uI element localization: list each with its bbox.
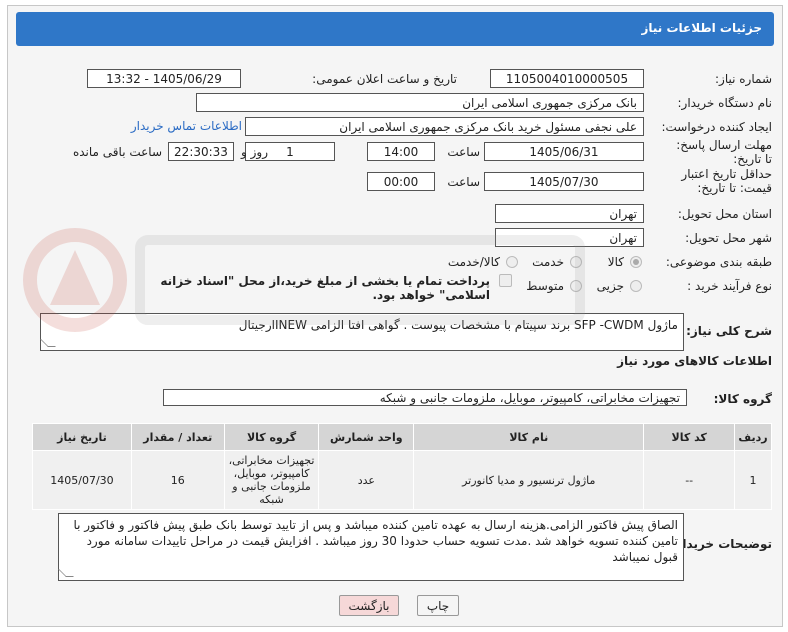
process-medium-label: متوسط <box>526 279 564 293</box>
province-label: استان محل تحویل: <box>677 207 772 221</box>
buyer-notes-text: الصاق پیش فاکتور الزامی.هزینه ارسال به ع… <box>73 518 678 564</box>
code-cell: -- <box>643 450 736 510</box>
deadline-time-label: ساعت <box>447 145 480 159</box>
category-goods-radio[interactable] <box>630 256 642 268</box>
back-button[interactable]: بازگشت <box>339 595 399 616</box>
name-cell: ماژول ترنسیور و مدیا کانورتر <box>413 450 645 510</box>
deadline-time-field[interactable]: 14:00 <box>367 142 435 161</box>
need-number-label: شماره نیاز: <box>715 72 772 86</box>
summary-textarea[interactable]: ماژول SFP -CWDM برند سپیتام با مشخصات پی… <box>40 313 684 351</box>
table-row[interactable]: 1 -- ماژول ترنسیور و مدیا کانورتر عدد تج… <box>32 450 772 510</box>
announce-field[interactable]: 1405/06/29 - 13:32 <box>87 69 241 88</box>
panel-header: جزئیات اطلاعات نیاز <box>16 12 774 46</box>
days-label: روز و <box>241 145 268 159</box>
buyer-notes-textarea[interactable]: الصاق پیش فاکتور الزامی.هزینه ارسال به ع… <box>58 513 684 581</box>
city-field[interactable]: تهران <box>495 228 644 247</box>
goods-section-title: اطلاعات کالاهای مورد نیاز <box>617 354 772 368</box>
col-name-header: نام کالا <box>413 423 645 451</box>
validity-time-label: ساعت <box>447 175 480 189</box>
category-both-label: کالا/خدمت <box>447 255 500 269</box>
col-unit-header: واحد شمارش <box>318 423 415 451</box>
buyer-org-field[interactable]: بانک مرکزی جمهوری اسلامی ایران <box>196 93 644 112</box>
col-row-header: ردیف <box>734 423 772 451</box>
process-label: نوع فرآیند خرید : <box>687 279 772 293</box>
goods-group-label: گروه کالا: <box>713 392 772 406</box>
col-date-header: تاریخ نیاز <box>32 423 132 451</box>
need-details-panel: جزئیات اطلاعات نیاز شماره نیاز: 11050040… <box>7 5 783 627</box>
treasury-payment-checkbox[interactable] <box>499 274 512 287</box>
goods-group-field[interactable]: تجهیزات مخابراتی، کامپیوتر، موبایل، ملزو… <box>163 389 687 406</box>
deadline-label: مهلت ارسال پاسخ: تا تاریخ: <box>676 138 772 166</box>
panel-title: جزئیات اطلاعات نیاز <box>641 21 762 35</box>
validity-label: حداقل تاریخ اعتبار قیمت: تا تاریخ: <box>681 167 772 195</box>
buyer-contact-link[interactable]: اطلاعات تماس خریدار <box>131 119 242 133</box>
deadline-date-field[interactable]: 1405/06/31 <box>484 142 644 161</box>
process-small-label: جزیی <box>596 279 624 293</box>
category-service-radio[interactable] <box>570 256 582 268</box>
summary-text: ماژول SFP -CWDM برند سپیتام با مشخصات پی… <box>238 318 678 332</box>
row-number-cell: 1 <box>734 450 772 510</box>
unit-cell: عدد <box>318 450 415 510</box>
creator-label: ایجاد کننده درخواست: <box>661 120 772 134</box>
creator-field[interactable]: علی نجفی مسئول خرید بانک مرکزی جمهوری اس… <box>245 117 644 136</box>
qty-cell: 16 <box>130 450 225 510</box>
category-both-radio[interactable] <box>506 256 518 268</box>
announce-label: تاریخ و ساعت اعلان عمومی: <box>312 72 457 86</box>
category-goods-label: کالا <box>607 255 624 269</box>
province-field[interactable]: تهران <box>495 204 644 223</box>
category-service-label: خدمت <box>532 255 564 269</box>
goods-table-header: ردیف کد کالا نام کالا واحد شمارش گروه کا… <box>32 423 772 451</box>
date-cell: 1405/07/30 <box>32 450 132 510</box>
treasury-payment-note: پرداخت تمام یا بخشی از مبلغ خرید،از محل … <box>160 274 490 302</box>
group-cell: تجهیزات مخابراتی، کامپیوتر، موبایل، ملزو… <box>223 450 320 510</box>
print-button[interactable]: چاپ <box>417 595 459 616</box>
validity-time-field[interactable]: 00:00 <box>367 172 435 191</box>
validity-date-field[interactable]: 1405/07/30 <box>484 172 644 191</box>
buyer-notes-label: توضیحات خریدار: <box>670 537 772 551</box>
resize-grip-icon[interactable] <box>58 569 74 577</box>
need-number-field[interactable]: 1105004010000505 <box>490 69 644 88</box>
col-code-header: کد کالا <box>643 423 736 451</box>
buyer-org-label: نام دستگاه خریدار: <box>677 96 773 110</box>
remaining-time-label: ساعت باقی مانده <box>72 145 162 159</box>
category-label: طبقه بندی موضوعی: <box>665 255 772 269</box>
remaining-time-field[interactable]: 22:30:33 <box>168 142 234 161</box>
col-qty-header: تعداد / مقدار <box>130 423 225 451</box>
goods-table: ردیف کد کالا نام کالا واحد شمارش گروه کا… <box>32 423 772 510</box>
resize-grip-icon[interactable] <box>40 339 56 347</box>
process-medium-radio[interactable] <box>570 280 582 292</box>
city-label: شهر محل تحویل: <box>685 231 772 245</box>
col-group-header: گروه کالا <box>223 423 320 451</box>
process-small-radio[interactable] <box>630 280 642 292</box>
summary-label: شرح کلی نیاز: <box>686 324 772 338</box>
